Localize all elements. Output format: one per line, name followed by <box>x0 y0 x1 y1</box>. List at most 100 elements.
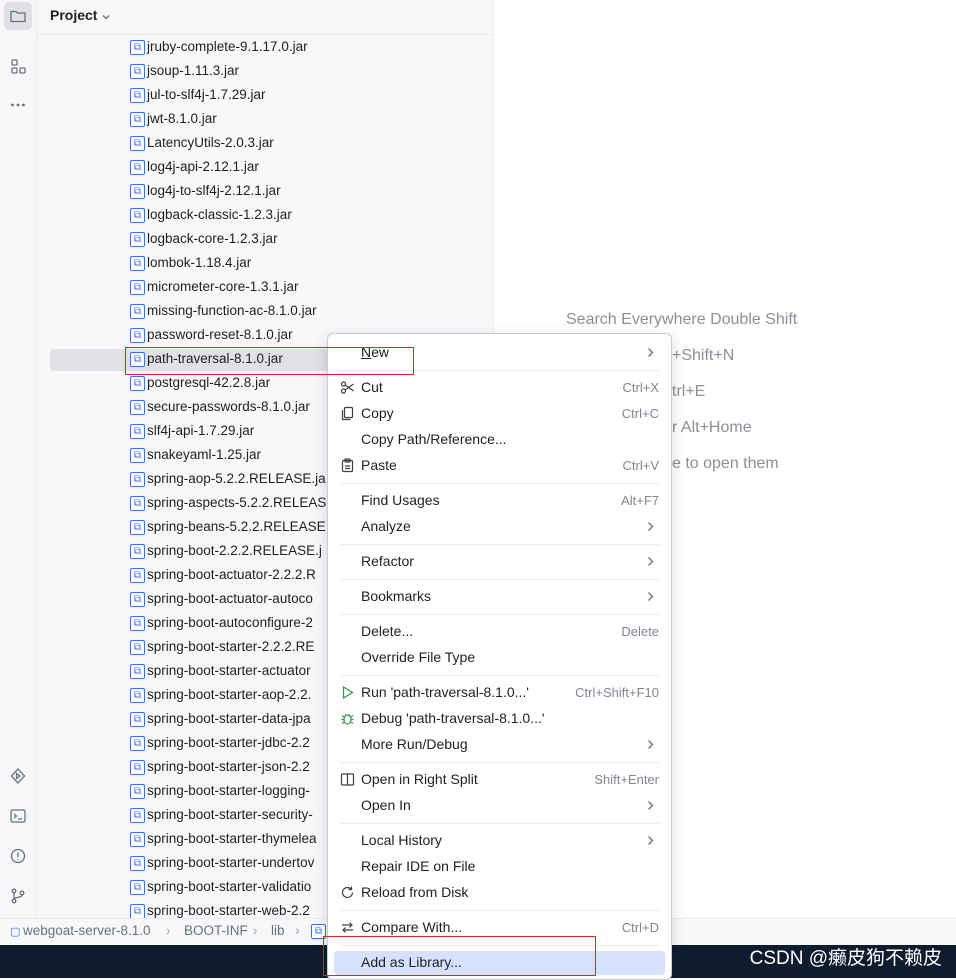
menu-item-override-file-type[interactable]: Override File Type <box>334 646 665 670</box>
menu-separator <box>340 483 659 484</box>
tree-item-jar[interactable]: ⧉ log4j-to-slf4j-2.12.1.jar <box>50 181 480 203</box>
menu-item-copy-path[interactable]: Copy Path/Reference... <box>334 428 665 452</box>
editor-hint: +Shift+N <box>672 347 735 364</box>
jar-file-icon: ⧉ <box>130 712 145 727</box>
watermark-text: CSDN @癞皮狗不赖皮 <box>749 948 942 969</box>
paste-icon <box>341 458 354 473</box>
menu-item-analyze[interactable]: Analyze <box>334 515 665 539</box>
tree-item-label: spring-aop-5.2.2.RELEASE.ja <box>147 471 326 486</box>
tree-item-label: spring-boot-starter-aop-2.2. <box>147 687 312 702</box>
jar-file-icon: ⧉ <box>130 304 145 319</box>
tree-item-jar[interactable]: ⧉ micrometer-core-1.3.1.jar <box>50 277 480 299</box>
chevron-right-icon <box>648 836 654 845</box>
menu-item-repair-ide[interactable]: Repair IDE on File <box>334 855 665 879</box>
menu-item-label: Debug 'path-traversal-8.1.0...' <box>361 710 545 726</box>
menu-item-label: Cut <box>361 379 383 395</box>
tree-item-label: jwt-8.1.0.jar <box>147 111 217 126</box>
menu-item-more-run-debug[interactable]: More Run/Debug <box>334 733 665 757</box>
menu-item-copy[interactable]: Copy Ctrl+C <box>334 402 665 426</box>
tree-item-jar[interactable]: ⧉ logback-core-1.2.3.jar <box>50 229 480 251</box>
tree-item-label: LatencyUtils-2.0.3.jar <box>147 135 274 150</box>
tree-item-jar[interactable]: ⧉ lombok-1.18.4.jar <box>50 253 480 275</box>
more-icon[interactable] <box>4 91 32 119</box>
tree-item-jar[interactable]: ⧉ jul-to-slf4j-1.7.29.jar <box>50 85 480 107</box>
menu-item-cut[interactable]: Cut Ctrl+X <box>334 376 665 400</box>
jar-file-icon: ⧉ <box>130 832 145 847</box>
tree-item-jar[interactable]: ⧉ LatencyUtils-2.0.3.jar <box>50 133 480 155</box>
menu-item-reload-from-disk[interactable]: Reload from Disk <box>334 881 665 905</box>
menu-item-add-as-library[interactable]: Add as Library... <box>334 951 665 975</box>
breadcrumb-separator: › <box>253 923 258 938</box>
jar-file-icon: ⧉ <box>130 616 145 631</box>
jar-file-icon: ⧉ <box>130 232 145 247</box>
tree-item-label: spring-boot-starter-thymelea <box>147 831 317 846</box>
menu-item-compare-with[interactable]: Compare With... Ctrl+D <box>334 916 665 940</box>
reload-icon <box>341 886 354 899</box>
project-panel-title[interactable]: Project <box>50 7 97 23</box>
tree-item-label: spring-boot-starter-web-2.2 <box>147 903 310 918</box>
tree-item-jar[interactable]: ⧉ missing-function-ac-8.1.0.jar <box>50 301 480 323</box>
tree-item-label: missing-function-ac-8.1.0.jar <box>147 303 317 318</box>
tree-item-label: spring-boot-starter-json-2.2 <box>147 759 310 774</box>
jar-file-icon: ⧉ <box>130 328 145 343</box>
tree-item-jar[interactable]: ⧉ logback-classic-1.2.3.jar <box>50 205 480 227</box>
module-icon: ▢ <box>10 926 21 938</box>
menu-item-label: Open In <box>361 797 411 813</box>
chevron-right-icon <box>648 522 654 531</box>
tool-window-strip <box>0 0 37 918</box>
menu-item-shortcut: Ctrl+V <box>622 458 659 473</box>
menu-separator <box>340 910 659 911</box>
terminal-icon[interactable] <box>4 802 32 830</box>
tree-item-label: spring-boot-starter-undertov <box>147 855 315 870</box>
menu-item-new[interactable]: New <box>334 341 665 365</box>
editor-hint: Search Everywhere Double Shift <box>566 311 798 328</box>
menu-item-paste[interactable]: Paste Ctrl+V <box>334 454 665 478</box>
menu-item-find-usages[interactable]: Find Usages Alt+F7 <box>334 489 665 513</box>
menu-item-shortcut: Ctrl+Shift+F10 <box>575 685 659 700</box>
folder-icon[interactable] <box>4 2 32 30</box>
jar-file-icon: ⧉ <box>130 568 145 583</box>
git-icon[interactable] <box>4 882 32 910</box>
tree-item-jar[interactable]: ⧉ jruby-complete-9.1.17.0.jar <box>50 37 480 59</box>
jar-file-icon: ⧉ <box>130 160 145 175</box>
tree-item-label: password-reset-8.1.0.jar <box>147 327 293 342</box>
tree-item-label: micrometer-core-1.3.1.jar <box>147 279 299 294</box>
menu-item-open-in[interactable]: Open In <box>334 794 665 818</box>
jar-file-icon: ⧉ <box>130 280 145 295</box>
jar-file-icon: ⧉ <box>130 592 145 607</box>
breadcrumb-item[interactable]: webgoat-server-8.1.0 <box>23 923 151 938</box>
menu-item-label: Local History <box>361 832 442 848</box>
problems-icon[interactable] <box>4 842 32 870</box>
tree-item-label: spring-boot-starter-security- <box>147 807 313 822</box>
jar-file-icon: ⧉ <box>130 40 145 55</box>
jar-file-icon: ⧉ <box>130 544 145 559</box>
menu-separator <box>340 544 659 545</box>
chevron-down-icon[interactable] <box>100 11 112 23</box>
menu-item-refactor[interactable]: Refactor <box>334 550 665 574</box>
menu-item-label: New <box>361 344 389 360</box>
tree-item-label: spring-boot-starter-validatio <box>147 879 312 894</box>
tree-item-jar[interactable]: ⧉ jsoup-1.11.3.jar <box>50 61 480 83</box>
structure-icon[interactable] <box>4 52 32 80</box>
breadcrumb-item[interactable]: BOOT-INF <box>184 923 248 938</box>
tree-item-jar[interactable]: ⧉ jwt-8.1.0.jar <box>50 109 480 131</box>
menu-item-label: Run 'path-traversal-8.1.0...' <box>361 684 529 700</box>
menu-item-delete[interactable]: Delete... Delete <box>334 620 665 644</box>
breadcrumb-item[interactable]: lib <box>271 923 285 938</box>
jar-file-icon: ⧉ <box>130 904 145 918</box>
services-icon[interactable] <box>4 762 32 790</box>
menu-item-bookmarks[interactable]: Bookmarks <box>334 585 665 609</box>
menu-item-local-history[interactable]: Local History <box>334 829 665 853</box>
menu-item-label: Override File Type <box>361 649 476 665</box>
tree-item-label: spring-beans-5.2.2.RELEASE <box>147 519 326 534</box>
jar-file-icon: ⧉ <box>130 424 145 439</box>
menu-item-open-right-split[interactable]: Open in Right Split Shift+Enter <box>334 768 665 792</box>
tree-item-jar[interactable]: ⧉ log4j-api-2.12.1.jar <box>50 157 480 179</box>
menu-item-run[interactable]: Run 'path-traversal-8.1.0...' Ctrl+Shift… <box>334 681 665 705</box>
menu-item-label: Repair IDE on File <box>361 858 476 874</box>
menu-item-shortcut: Shift+Enter <box>594 772 659 787</box>
menu-item-debug[interactable]: Debug 'path-traversal-8.1.0...' <box>334 707 665 731</box>
debug-icon <box>341 714 354 725</box>
tree-item-label: jsoup-1.11.3.jar <box>147 63 240 78</box>
menu-separator <box>340 945 659 946</box>
